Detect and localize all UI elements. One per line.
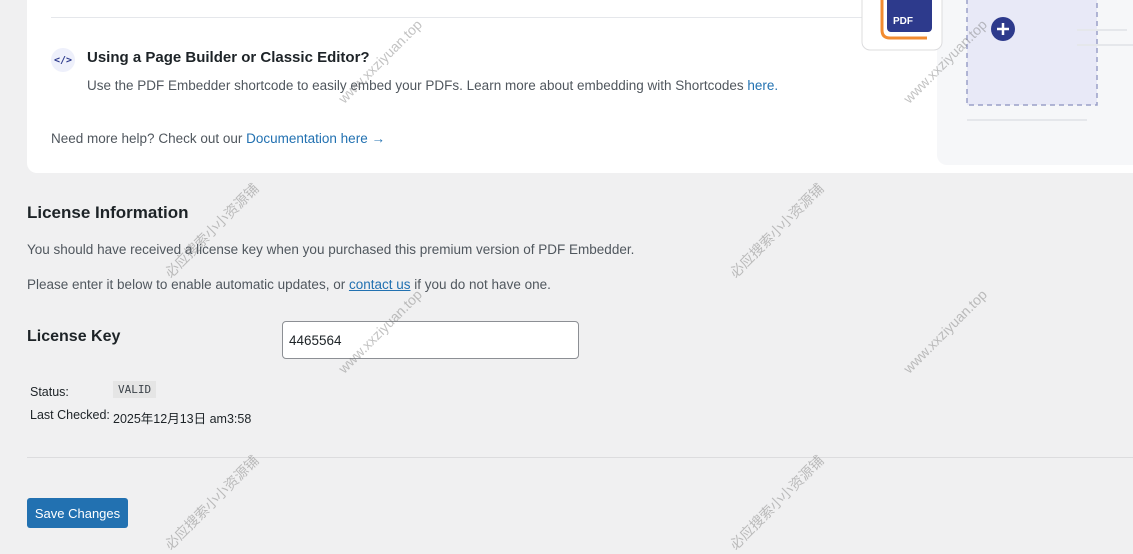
- illustration-dropzone: [966, 0, 1098, 106]
- contact-us-link[interactable]: contact us: [349, 277, 411, 292]
- status-badge: VALID: [113, 381, 157, 398]
- save-changes-button[interactable]: Save Changes: [27, 498, 128, 528]
- builder-description: Use the PDF Embedder shortcode to easily…: [87, 78, 778, 93]
- watermark: 必应搜索小小资源铺: [161, 452, 262, 553]
- last-checked-value: 2025年12月13日 am3:58: [113, 412, 252, 426]
- last-checked-label: Last Checked:: [30, 408, 110, 422]
- license-key-input[interactable]: [282, 321, 579, 359]
- license-instructions-before: Please enter it below to enable automati…: [27, 277, 349, 292]
- documentation-link[interactable]: Documentation here →: [246, 131, 385, 146]
- help-text: Need more help? Check out our Documentat…: [51, 131, 385, 146]
- shortcodes-link[interactable]: here.: [747, 78, 778, 93]
- builder-description-text: Use the PDF Embedder shortcode to easily…: [87, 78, 748, 93]
- status-label: Status:: [30, 385, 69, 399]
- watermark: 必应搜索小小资源铺: [726, 452, 827, 553]
- license-instructions-after: if you do not have one.: [410, 277, 551, 292]
- watermark: 必应搜索小小资源铺: [726, 180, 827, 281]
- help-text-label: Need more help? Check out our: [51, 131, 247, 146]
- help-card: </> Using a Page Builder or Classic Edit…: [27, 0, 1133, 173]
- embed-illustration: PDF: [861, 0, 1133, 165]
- license-section-title: License Information: [27, 203, 189, 222]
- card-divider: [51, 17, 871, 18]
- license-intro-text: You should have received a license key w…: [27, 242, 635, 257]
- license-instructions: Please enter it below to enable automati…: [27, 277, 551, 292]
- watermark: www.xxziyuan.top: [900, 286, 991, 377]
- builder-title: Using a Page Builder or Classic Editor?: [87, 49, 370, 66]
- section-divider: [27, 457, 1133, 458]
- watermark: 必应搜索小小资源铺: [161, 180, 262, 281]
- pdf-badge-label: PDF: [893, 16, 913, 27]
- license-key-label: License Key: [27, 328, 121, 345]
- code-icon: </>: [51, 48, 75, 72]
